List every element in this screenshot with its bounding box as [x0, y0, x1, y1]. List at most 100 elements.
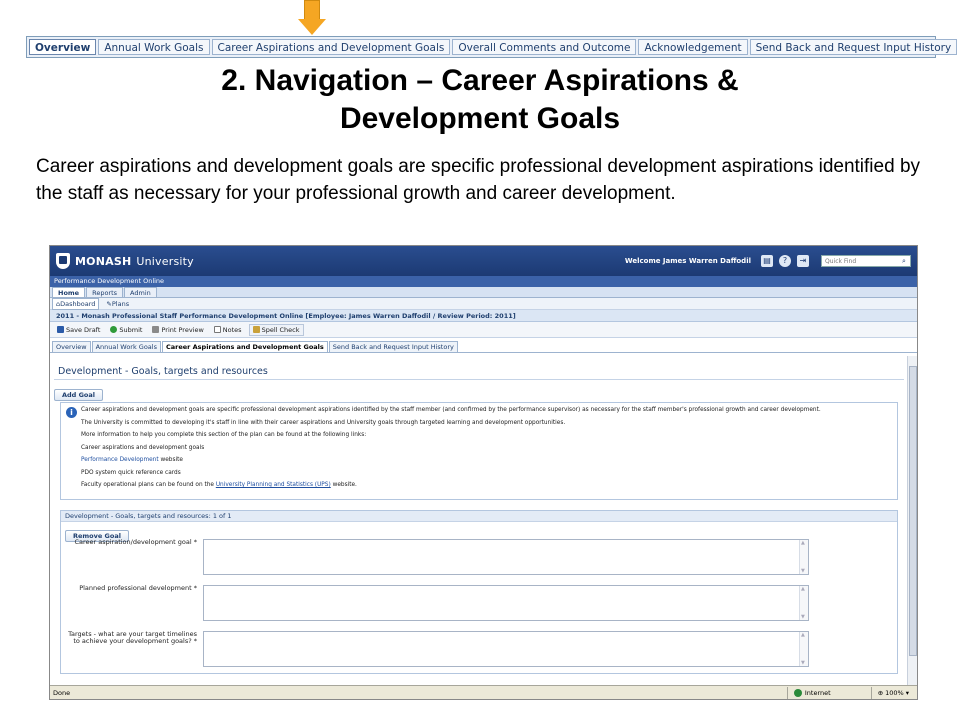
subnav-plans-label: Plans: [111, 299, 130, 308]
form-tab-career-aspirations[interactable]: Career Aspirations and Development Goals: [162, 341, 328, 352]
planned-textarea[interactable]: [203, 584, 809, 621]
info-p7: Faculty operational plans can be found o…: [81, 482, 891, 490]
info-p7-pre: Faculty operational plans can be found o…: [81, 482, 216, 488]
add-goal-row: Add Goal: [54, 382, 904, 401]
pointer-arrow-icon: [298, 0, 326, 36]
zoom-level: 100%: [885, 688, 904, 697]
chevron-down-icon: ▾: [905, 688, 909, 697]
textarea-scrollbar[interactable]: [799, 631, 808, 666]
info-p7-post: website.: [330, 482, 357, 488]
submit-label: Submit: [119, 325, 143, 334]
nav-admin[interactable]: Admin: [124, 287, 157, 297]
notes-button[interactable]: Notes: [211, 325, 245, 335]
info-p4: Career aspirations and development goals: [81, 444, 205, 451]
info-icon: i: [66, 407, 77, 418]
pdo-bar: Performance Development Online: [50, 276, 917, 287]
quick-find-placeholder: Quick Find: [825, 258, 857, 265]
logo-sub: University: [136, 254, 194, 268]
info-p2: The University is committed to developin…: [81, 419, 566, 426]
plan-title: 2011 - Monash Professional Staff Perform…: [50, 310, 917, 322]
info-p5: Performance Development website: [81, 457, 891, 465]
search-icon[interactable]: ⌕: [899, 256, 909, 266]
header-icons: ▤ ? ⇥: [761, 255, 809, 267]
remove-goal-row: Remove Goal: [61, 522, 897, 542]
save-draft-label: Save Draft: [66, 325, 101, 334]
status-text: Done: [53, 688, 71, 697]
print-icon: [152, 326, 160, 333]
security-zone: Internet: [786, 686, 871, 699]
notes-label: Notes: [222, 325, 242, 334]
app-header: MONASH University Welcome James Warren D…: [50, 246, 917, 276]
info-p6: PDO system quick reference cards: [81, 469, 181, 476]
monash-shield-icon: [56, 253, 70, 269]
field-row-goal: Career aspiration/development goal *: [61, 535, 897, 581]
submit-icon: [110, 326, 118, 333]
monash-logo: MONASH University: [56, 253, 194, 269]
spell-check-icon: [252, 326, 260, 333]
browser-status-bar: Done Internet ⊕ 100% ▾: [50, 685, 917, 699]
tab-annual-work-goals[interactable]: Annual Work Goals: [98, 39, 210, 55]
save-icon: [57, 326, 64, 333]
logout-icon[interactable]: ⇥: [797, 255, 809, 267]
field-row-targets: Targets - what are your target timelines…: [61, 627, 897, 673]
form-tab-annual-work-goals[interactable]: Annual Work Goals: [91, 341, 161, 352]
logo-main: MONASH: [75, 254, 132, 268]
top-tab-strip: Overview Annual Work Goals Career Aspira…: [26, 36, 958, 58]
zoom-icon: ⊕: [877, 688, 884, 697]
quick-find-input[interactable]: Quick Find ⌕: [821, 255, 911, 267]
performance-development-link[interactable]: Performance Development: [81, 457, 159, 463]
subnav-dashboard[interactable]: ⌂Dashboard: [52, 297, 100, 310]
goal-panel: Development - Goals, targets and resourc…: [60, 509, 898, 674]
goal-panel-title: Development - Goals, targets and resourc…: [61, 510, 897, 522]
goal-textarea[interactable]: [203, 538, 809, 575]
planned-field-label: Planned professional development *: [79, 583, 197, 592]
info-box: i Career aspirations and development goa…: [60, 402, 898, 500]
nav-reports[interactable]: Reports: [86, 287, 124, 297]
section-title: Development - Goals, targets and resourc…: [54, 364, 904, 380]
tab-acknowledgement[interactable]: Acknowledgement: [638, 39, 748, 55]
submit-button[interactable]: Submit: [107, 325, 145, 335]
subnav-plans[interactable]: ✎Plans: [103, 299, 132, 309]
print-preview-label: Print Preview: [161, 325, 204, 334]
sub-nav: ⌂Dashboard ✎Plans: [50, 297, 917, 310]
page-scrollbar[interactable]: [907, 356, 917, 686]
app-screenshot: MONASH University Welcome James Warren D…: [49, 245, 918, 700]
spell-check-button[interactable]: Spell Check: [248, 323, 304, 336]
document-icon[interactable]: ▤: [761, 255, 773, 267]
ups-link[interactable]: University Planning and Statistics (UPS): [216, 482, 331, 488]
zone-label: Internet: [804, 688, 831, 697]
save-draft-button[interactable]: Save Draft: [54, 325, 103, 335]
main-nav: Home Reports Admin: [50, 287, 917, 298]
scrollbar-thumb[interactable]: [909, 366, 917, 656]
welcome-text: Welcome James Warren Daffodil: [624, 257, 751, 265]
info-p1: Career aspirations and development goals…: [81, 407, 821, 413]
tab-overall-comments[interactable]: Overall Comments and Outcome: [452, 39, 637, 55]
tab-send-back-history[interactable]: Send Back and Request Input History: [749, 39, 958, 55]
zoom-control[interactable]: ⊕ 100% ▾: [870, 686, 917, 699]
slide-title-line2: Development Goals: [339, 102, 621, 135]
form-tab-send-back-history[interactable]: Send Back and Request Input History: [328, 341, 458, 352]
tab-overview[interactable]: Overview: [29, 39, 97, 55]
info-p5-rest: website: [158, 457, 183, 463]
slide: Overview Annual Work Goals Career Aspira…: [0, 0, 960, 720]
toolbar: Save Draft Submit Print Preview Notes Sp…: [50, 322, 917, 338]
globe-icon: [793, 688, 802, 697]
notes-icon: [213, 326, 221, 333]
tab-career-aspirations[interactable]: Career Aspirations and Development Goals: [211, 39, 451, 55]
print-preview-button[interactable]: Print Preview: [149, 325, 206, 335]
field-row-planned: Planned professional development *: [61, 581, 897, 627]
spell-check-label: Spell Check: [261, 325, 300, 334]
nav-home[interactable]: Home: [52, 287, 86, 297]
slide-intro: Career aspirations and development goals…: [36, 156, 921, 204]
add-goal-button[interactable]: Add Goal: [54, 389, 104, 401]
form-tabs: Overview Annual Work Goals Career Aspira…: [50, 341, 917, 353]
slide-title-line1: 2. Navigation – Career Aspirations &: [221, 64, 739, 97]
subnav-dashboard-label: Dashboard: [60, 299, 96, 308]
goal-field-label: Career aspiration/development goal *: [74, 537, 197, 546]
form-content: Development - Goals, targets and resourc…: [50, 362, 908, 686]
targets-textarea[interactable]: [203, 630, 809, 667]
help-icon[interactable]: ?: [779, 255, 791, 267]
form-tab-overview[interactable]: Overview: [52, 341, 91, 352]
textarea-scrollbar[interactable]: [799, 539, 808, 574]
textarea-scrollbar[interactable]: [799, 585, 808, 620]
